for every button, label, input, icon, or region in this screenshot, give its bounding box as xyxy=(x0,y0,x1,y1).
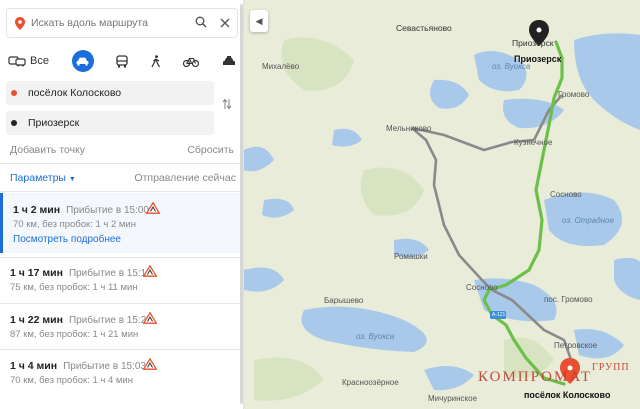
map-label-lake-vuoksa-north: оз. Вуокса xyxy=(492,62,531,71)
mode-taxi-button[interactable] xyxy=(222,51,236,71)
map-label-gromovo-north: Громово xyxy=(558,90,590,99)
route-duration: 1 ч 17 мин xyxy=(10,267,63,279)
params-label: Параметры xyxy=(10,172,66,184)
road-works-icon xyxy=(142,357,158,375)
road-works-icon xyxy=(142,264,158,282)
map-label-sosnovo2: Сосново xyxy=(466,283,498,292)
route-duration: 1 ч 22 мин xyxy=(10,314,63,326)
pedestrian-icon xyxy=(151,54,160,67)
multimodal-icon xyxy=(8,56,26,67)
map-label-lake-otradnoe: оз. Отрадное xyxy=(562,216,614,225)
route-arrival: Прибытие в 15:03 xyxy=(63,361,146,372)
route-option-1[interactable]: 1 ч 2 мин Прибытие в 15:00 70 км, без про… xyxy=(0,193,240,253)
map-label-priozersk: Приозерск xyxy=(512,38,554,48)
origin-field[interactable]: посёлок Колосково xyxy=(6,81,214,105)
origin-value: посёлок Колосково xyxy=(28,87,122,99)
route-panel: Все посёлок Колосково Приозерск Добавить… xyxy=(0,0,244,409)
map-label-romashki: Ромашки xyxy=(394,252,428,261)
route-details: 75 км, без пробок: 1 ч 11 мин xyxy=(10,282,138,293)
transport-modes: Все xyxy=(8,50,236,72)
route-arrival: Прибытие в 15:20 xyxy=(68,315,152,326)
map-label-krasnoozernoe: Красноозёрное xyxy=(342,378,399,387)
mode-transit-button[interactable] xyxy=(116,51,128,71)
mode-bike-button[interactable] xyxy=(183,51,200,71)
params-dropdown[interactable]: Параметры ▼ xyxy=(10,172,76,184)
destination-dot-icon xyxy=(11,120,17,126)
collapse-panel-button[interactable]: ◀ xyxy=(250,10,268,32)
route-option-4[interactable]: 1 ч 4 мин Прибытие в 15:03 70 км, без про… xyxy=(0,349,240,409)
map-label-koloskovo-marker: посёлок Колосково xyxy=(524,390,611,400)
point-actions: Добавить точку Сбросить xyxy=(10,144,234,156)
road-works-icon xyxy=(142,311,158,329)
route-arrival: Прибытие в 15:15 xyxy=(68,268,152,279)
route-duration: 1 ч 4 мин xyxy=(10,360,58,372)
route-details: 70 км, без пробок: 1 ч 4 мин xyxy=(10,375,133,386)
search-input[interactable] xyxy=(31,17,189,29)
search-icon[interactable] xyxy=(189,16,213,31)
chevron-left-icon: ◀ xyxy=(255,15,263,26)
mode-all-label: Все xyxy=(30,55,49,67)
route-details: 87 км, без пробок: 1 ч 21 мин xyxy=(10,329,139,340)
road-number-badge: А-121 xyxy=(492,312,506,318)
location-pin-icon xyxy=(9,16,31,30)
route-details: 70 км, без пробок: 1 ч 2 мин xyxy=(13,219,136,230)
map-label-barysheva: Барышево xyxy=(324,296,364,305)
origin-dot-icon xyxy=(11,90,17,96)
map-label-sosnovo: Сосново xyxy=(550,190,582,199)
route-arrival: Прибытие в 15:00 xyxy=(66,205,149,216)
bus-icon xyxy=(116,54,128,67)
close-icon[interactable] xyxy=(213,16,237,31)
swap-arrows-icon[interactable] xyxy=(222,98,232,113)
watermark-suffix: ГРУПП xyxy=(592,362,630,373)
map-label-kuznechnoe: Кузнечное xyxy=(514,138,553,147)
map-label-petrovskoe: Петровское xyxy=(554,341,598,350)
mode-car-button[interactable] xyxy=(71,50,94,72)
taxi-icon xyxy=(222,55,235,65)
destination-value: Приозерск xyxy=(28,117,80,129)
map-label-melnikovo: Мельниково xyxy=(386,124,432,133)
params-row: Параметры ▼ Отправление сейчас xyxy=(10,172,236,184)
route-more-link[interactable]: Посмотреть подробнее xyxy=(13,234,121,245)
mode-walk-button[interactable] xyxy=(151,51,161,71)
divider xyxy=(0,163,243,164)
map-label-mikhalevo: Михалёво xyxy=(262,62,300,71)
reset-link[interactable]: Сбросить xyxy=(187,144,234,156)
map-label-gromovo: пос. Громово xyxy=(544,295,593,304)
mode-all-button[interactable]: Все xyxy=(8,51,49,71)
map-label-michurinskoe: Мичуринское xyxy=(428,394,478,403)
map-label-sevastyanovo: Севастьяново xyxy=(396,23,452,33)
destination-field[interactable]: Приозерск xyxy=(6,111,214,135)
panel-scrollbar[interactable] xyxy=(240,4,243,404)
map-view[interactable]: ◀ Севастьяново Приозерск Приозерск Михал… xyxy=(244,0,640,409)
search-box[interactable] xyxy=(6,8,238,38)
route-duration: 1 ч 2 мин xyxy=(13,204,61,216)
add-point-link[interactable]: Добавить точку xyxy=(10,144,85,156)
watermark: КОМПРОМАТ xyxy=(478,369,593,385)
divider xyxy=(0,191,243,192)
bicycle-icon xyxy=(183,57,200,67)
road-works-icon xyxy=(145,201,161,219)
map-label-lake-vuoksa: оз. Вуокса xyxy=(356,332,395,341)
car-icon xyxy=(76,57,89,66)
chevron-down-icon: ▼ xyxy=(68,176,76,183)
departure-selector[interactable]: Отправление сейчас xyxy=(134,172,236,184)
